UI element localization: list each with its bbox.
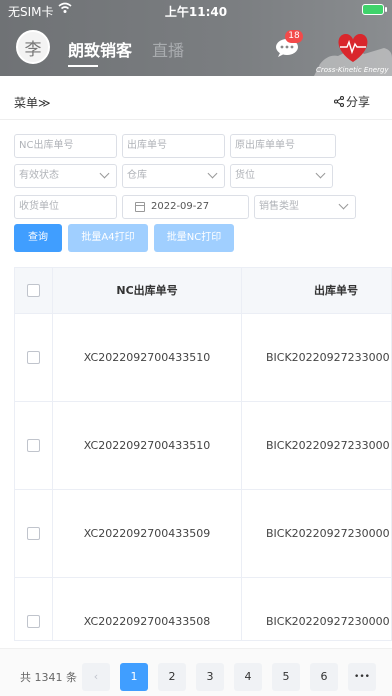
out-order-cell: BICK20220927233000 [266,351,390,364]
row-check-cell [15,490,53,577]
receiver-placeholder: 收货单位 [19,201,59,212]
table-row[interactable]: XC2022092700433510 BICK20220927233000 [15,402,391,490]
sale-type-placeholder: 销售类型 [259,201,299,212]
chevron-down-icon [99,168,110,179]
row-checkbox[interactable] [27,615,40,628]
nc-order-input[interactable]: NC出库单号 [14,134,117,158]
share-icon [333,96,344,107]
total-count: 共 1341 条 [20,671,77,684]
share-button[interactable]: 分享 [333,93,370,110]
calendar-icon [135,202,145,212]
chevron-down-icon [338,199,349,210]
nc-order-placeholder: NC出库单号 [19,140,74,151]
row-checkbox[interactable] [27,351,40,364]
warehouse-placeholder: 仓库 [127,170,147,181]
avatar[interactable]: 李 [16,30,50,64]
batch-a4-print-button[interactable]: 批量A4打印 [68,224,148,252]
out-order-cell: BICK20220927230000 [266,615,390,628]
double-chevron-icon: ≫ [38,96,51,110]
menu-bar: 菜单≫ 分享 [0,82,392,120]
prev-page-button[interactable]: ‹ [82,663,110,691]
page-button-5[interactable]: 5 [272,663,300,691]
page-button-6[interactable]: 6 [310,663,338,691]
page-button-4[interactable]: 4 [234,663,262,691]
row-checkbox[interactable] [27,439,40,452]
menu-label: 菜单 [14,96,39,110]
menu-button[interactable]: 菜单≫ [14,94,51,111]
sale-type-select[interactable]: 销售类型 [254,195,356,219]
select-all-checkbox[interactable] [27,284,40,297]
status-bar: 无SIM卡 上午11:40 [0,0,392,20]
warehouse-select[interactable]: 仓库 [122,164,225,188]
nc-order-cell: XC2022092700433510 [53,314,242,401]
orig-order-input[interactable]: 原出库单单号 [230,134,336,158]
out-order-input[interactable]: 出库单号 [122,134,225,158]
message-badge: 18 [285,30,303,43]
brand-tagline: Cross-Kinetic Energy [316,66,389,74]
table-row[interactable]: XC2022092700433509 BICK20220927230000 [15,490,391,578]
status-placeholder: 有效状态 [19,170,59,181]
table-header: NC出库单号 出库单号 [15,268,391,314]
location-select[interactable]: 货位 [230,164,333,188]
location-placeholder: 货位 [235,170,255,181]
battery-icon [362,4,387,15]
chevron-down-icon [207,168,218,179]
date-value: 2022-09-27 [151,201,210,212]
row-check-cell [15,402,53,489]
status-select[interactable]: 有效状态 [14,164,117,188]
app-header: 无SIM卡 上午11:40 李 朗致销客 直播 18 Cross-Kinetic… [0,0,392,76]
out-order-placeholder: 出库单号 [127,140,167,151]
out-order-cell: BICK20220927230000 [266,527,390,540]
outbound-table: NC出库单号 出库单号 XC2022092700433510 BICK20220… [14,267,392,641]
status-time: 上午11:40 [164,5,228,19]
column-header-out-order[interactable]: 出库单号 [242,268,391,313]
column-header-nc-order[interactable]: NC出库单号 [53,268,242,313]
query-button[interactable]: 查询 [14,224,62,252]
share-label: 分享 [345,95,370,109]
table-row[interactable]: XC2022092700433510 BICK20220927233000 [15,314,391,402]
table-row[interactable]: XC2022092700433508 BICK20220927230000 [15,578,391,640]
page-button-3[interactable]: 3 [196,663,224,691]
chevron-down-icon [315,168,326,179]
tab-langzhi-sales[interactable]: 朗致销客 [68,37,132,67]
row-check-cell [15,314,53,401]
page-button-2[interactable]: 2 [158,663,186,691]
out-order-cell: BICK20220927233000 [266,439,390,452]
row-checkbox[interactable] [27,527,40,540]
date-picker[interactable]: 2022-09-27 [122,195,249,219]
row-check-cell [15,578,53,640]
header-check-cell [15,268,53,313]
pagination: 共 1341 条 ‹ 1 2 3 4 5 6 ••• [0,648,392,696]
receiver-input[interactable]: 收货单位 [14,195,117,219]
page-button-1[interactable]: 1 [120,663,148,691]
more-pages-button[interactable]: ••• [348,663,376,691]
nc-order-cell: XC2022092700433510 [53,402,242,489]
nc-order-cell: XC2022092700433509 [53,490,242,577]
tab-live[interactable]: 直播 [152,37,184,61]
orig-order-placeholder: 原出库单单号 [235,140,295,151]
batch-nc-print-button[interactable]: 批量NC打印 [154,224,234,252]
nc-order-cell: XC2022092700433508 [53,578,242,640]
